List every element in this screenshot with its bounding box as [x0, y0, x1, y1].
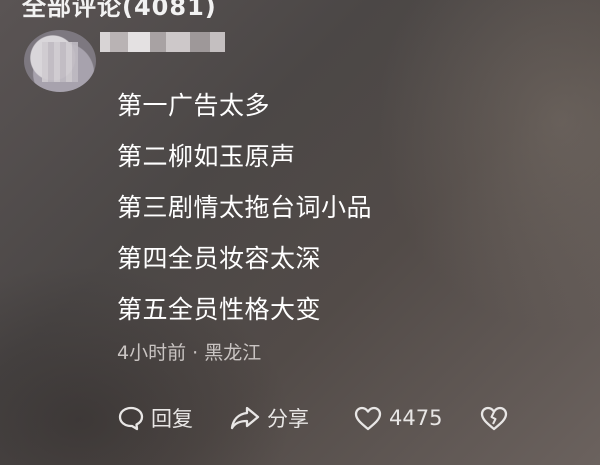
mosaic-block — [110, 32, 128, 52]
comment-bubble-icon — [117, 404, 145, 432]
comment-actions: 回复 分享 4475 — [117, 398, 519, 438]
like-count: 4475 — [389, 406, 443, 430]
comment-line: 第三剧情太拖台词小品 — [117, 193, 373, 222]
dislike-button[interactable] — [479, 404, 519, 432]
comment-body: 第一广告太多 第二柳如玉原声 第三剧情太拖台词小品 第四全员妆容太深 第五全员性… — [117, 80, 372, 335]
share-arrow-icon — [229, 404, 261, 432]
heart-outline-icon — [353, 404, 383, 432]
username-mosaic[interactable] — [100, 32, 225, 52]
avatar-blur-overlay — [42, 42, 78, 82]
comment-line: 第二柳如玉原声 — [117, 142, 296, 171]
broken-heart-icon — [479, 404, 509, 432]
reply-button[interactable]: 回复 — [117, 403, 229, 433]
mosaic-block — [150, 32, 166, 52]
mosaic-block — [128, 32, 150, 52]
comment-meta: 4小时前 · 黑龙江 — [117, 342, 262, 364]
mosaic-block — [210, 32, 225, 52]
mosaic-block — [166, 32, 190, 52]
comment-line: 第一广告太多 — [117, 91, 271, 120]
mosaic-block — [190, 32, 210, 52]
avatar[interactable] — [24, 30, 96, 92]
like-button[interactable]: 4475 — [353, 404, 479, 432]
share-label: 分享 — [267, 407, 309, 431]
reply-label: 回复 — [151, 407, 193, 431]
comments-header-title: 全部评论(4081) — [22, 0, 217, 21]
comment-line: 第五全员性格大变 — [117, 295, 322, 324]
comment-line: 第四全员妆容太深 — [117, 244, 322, 273]
share-button[interactable]: 分享 — [229, 403, 353, 433]
mosaic-block — [100, 32, 110, 52]
